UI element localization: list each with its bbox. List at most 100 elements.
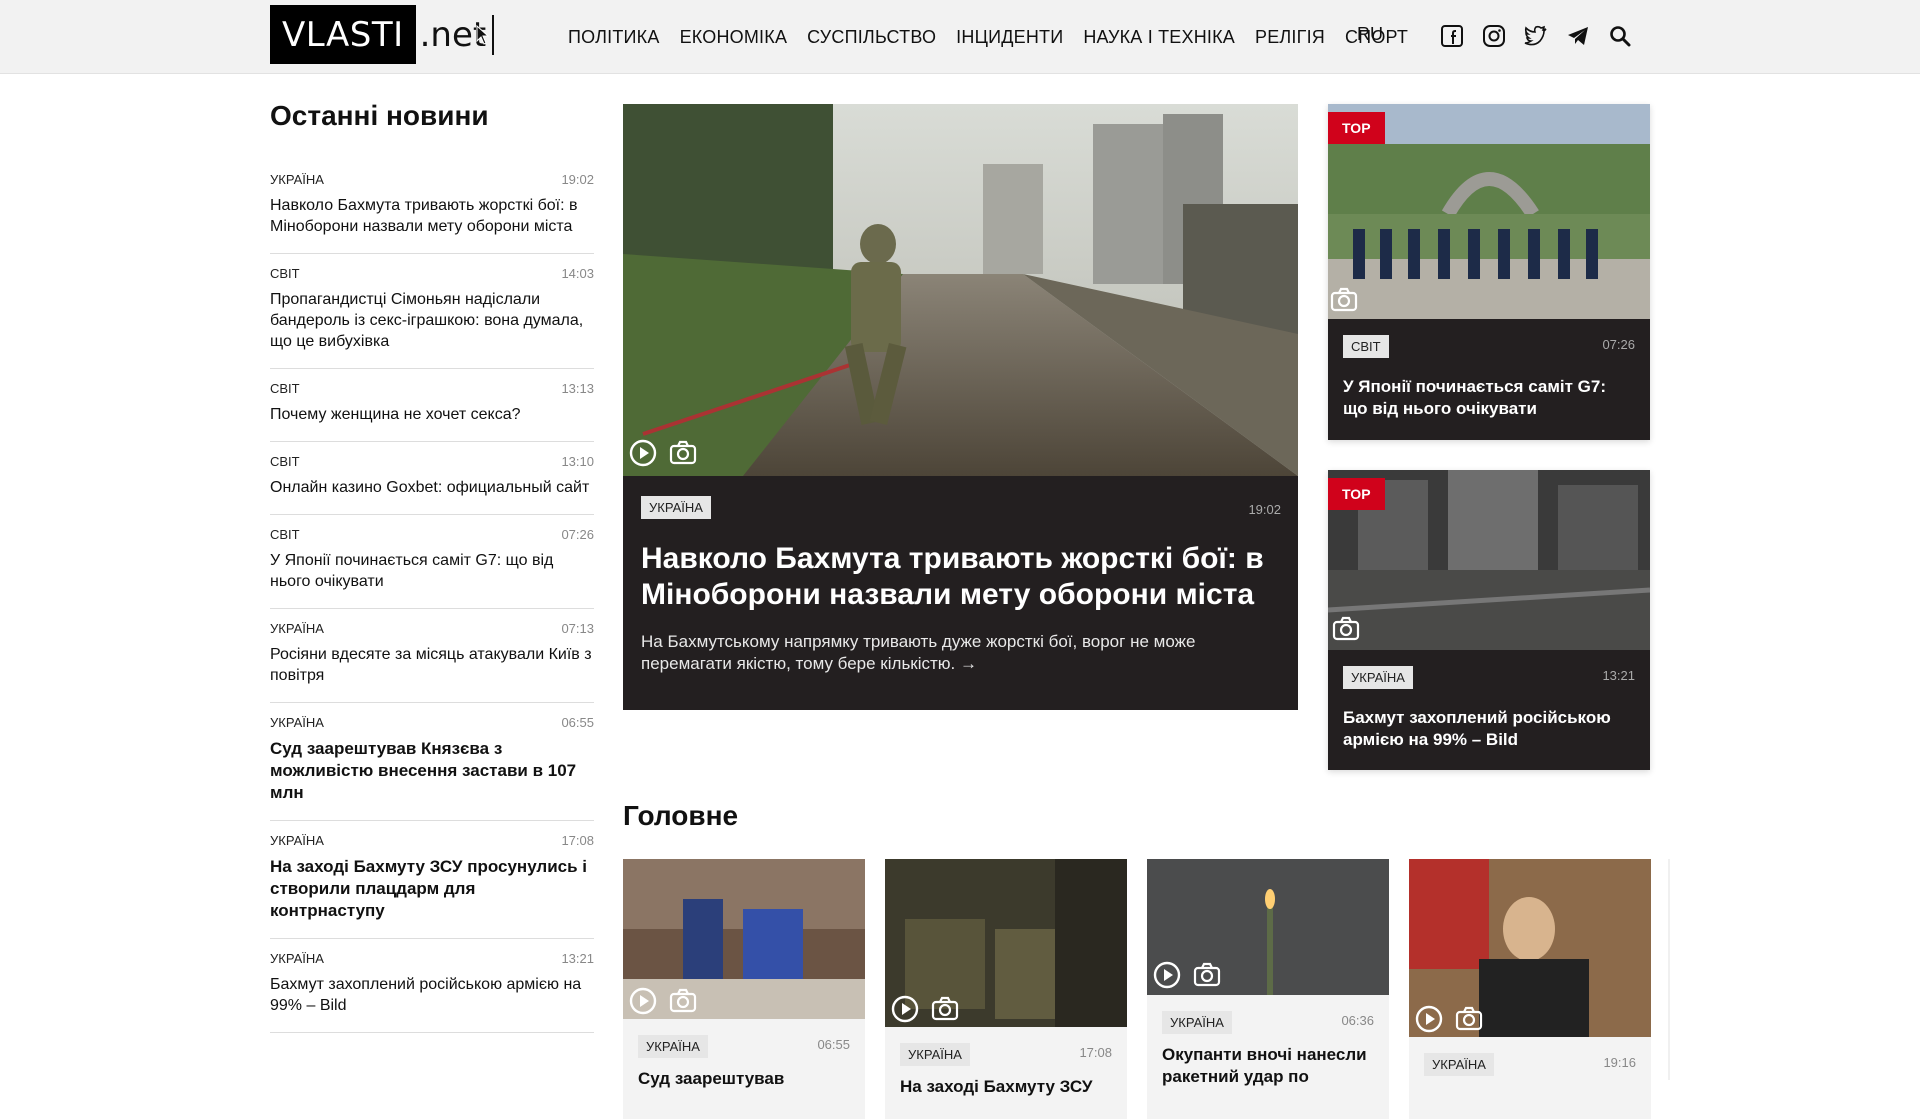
latest-news-item[interactable]: УКРАЇНА 13:21 Бахмут захоплений російською… bbox=[270, 939, 594, 1033]
main-card-time: 17:08 bbox=[1079, 1045, 1112, 1060]
latest-news-item[interactable]: УКРАЇНА 07:13 Росіяни вдесяте за місяць ат… bbox=[270, 609, 594, 703]
main-card-time: 06:36 bbox=[1341, 1013, 1374, 1028]
news-time: 13:13 bbox=[561, 381, 594, 396]
news-meta: УКРАЇНА 13:21 bbox=[270, 951, 594, 966]
nav-incidents[interactable]: ІНЦИДЕНТИ bbox=[956, 27, 1063, 48]
featured-time: 19:02 bbox=[1248, 502, 1281, 517]
top-card-title[interactable]: У Японії починається саміт G7: що від нь… bbox=[1343, 376, 1635, 420]
instagram-icon[interactable] bbox=[1482, 24, 1506, 48]
featured-tag[interactable]: УКРАЇНА bbox=[641, 496, 711, 519]
main-cards-grid: УКРАЇНА 06:55 Суд заарештував УКРАЇНА 17… bbox=[623, 859, 1670, 1119]
latest-news-item[interactable]: УКРАЇНА 17:08 На заході Бахмуту ЗСУ просун… bbox=[270, 821, 594, 939]
news-category[interactable]: УКРАЇНА bbox=[270, 715, 324, 730]
latest-news-item[interactable]: СВІТ 13:13 Почему женщина не хочет секса? bbox=[270, 369, 594, 442]
news-headline[interactable]: На заході Бахмуту ЗСУ просунулись і ство… bbox=[270, 856, 594, 922]
camera-icon bbox=[1193, 962, 1221, 987]
news-headline[interactable]: Онлайн казино Goxbet: официальный сайт bbox=[270, 477, 594, 498]
top-card[interactable]: TOP СВІТ 07:26 У Японії починається самі… bbox=[1328, 104, 1650, 440]
latest-news: Останні новини УКРАЇНА 19:02 Навколо Бахму… bbox=[270, 100, 594, 1033]
featured-article[interactable]: УКРАЇНА 19:02 Навколо Бахмута тривають ж… bbox=[623, 104, 1298, 710]
main-card-image[interactable] bbox=[885, 859, 1127, 1027]
main-card-tag[interactable]: УКРАЇНА bbox=[1162, 1011, 1232, 1034]
news-headline[interactable]: Навколо Бахмута тривають жорсткі бої: в … bbox=[270, 195, 594, 237]
news-category[interactable]: СВІТ bbox=[270, 381, 300, 396]
top-card-tag[interactable]: СВІТ bbox=[1343, 335, 1389, 358]
top-card-image[interactable]: TOP bbox=[1328, 470, 1650, 650]
main-card[interactable]: УКРАЇНА 06:55 Суд заарештував bbox=[623, 859, 865, 1119]
main-card-body: УКРАЇНА 06:36 Окупанти вночі нанесли рак… bbox=[1147, 995, 1389, 1104]
site-header: VLASTI .net ПОЛІТИКА ЕКОНОМІКА СУСПІЛЬСТ… bbox=[0, 0, 1920, 74]
featured-title[interactable]: Навколо Бахмута тривають жорсткі бої: в … bbox=[641, 541, 1281, 613]
logo-main: VLASTI bbox=[270, 5, 416, 64]
main-card-time: 19:16 bbox=[1603, 1055, 1636, 1070]
main-card[interactable]: УКРАЇНА 17:08 На заході Бахмуту ЗСУ bbox=[885, 859, 1127, 1119]
main-nav: ПОЛІТИКА ЕКОНОМІКА СУСПІЛЬСТВО ІНЦИДЕНТИ… bbox=[568, 0, 1428, 74]
main-card-image[interactable] bbox=[1147, 859, 1389, 995]
site-logo[interactable]: VLASTI .net bbox=[270, 5, 495, 64]
latest-news-item[interactable]: УКРАЇНА 06:55 Суд заарештував Князєва з мо… bbox=[270, 703, 594, 821]
main-card-media-icons bbox=[629, 987, 697, 1015]
latest-news-item[interactable]: СВІТ 13:10 Онлайн казино Goxbet: официальн… bbox=[270, 442, 594, 515]
news-meta: СВІТ 14:03 bbox=[270, 266, 594, 281]
news-category[interactable]: СВІТ bbox=[270, 454, 300, 469]
telegram-icon[interactable] bbox=[1566, 24, 1590, 48]
top-card-title[interactable]: Бахмут захоплений російською армією на 9… bbox=[1343, 707, 1635, 751]
top-card-media-icons bbox=[1332, 615, 1360, 643]
news-headline[interactable]: У Японії починається саміт G7: що від нь… bbox=[270, 550, 594, 592]
main-card-tag[interactable]: УКРАЇНА bbox=[900, 1043, 970, 1066]
top-card-body: УКРАЇНА 13:21 Бахмут захоплений російськ… bbox=[1328, 650, 1650, 767]
nav-society[interactable]: СУСПІЛЬСТВО bbox=[807, 27, 936, 48]
nav-economy[interactable]: ЕКОНОМІКА bbox=[680, 27, 788, 48]
top-card-media-icons bbox=[1330, 286, 1358, 314]
news-category[interactable]: СВІТ bbox=[270, 266, 300, 281]
main-card-media-icons bbox=[891, 995, 959, 1023]
main-card-media-icons bbox=[1153, 961, 1221, 989]
latest-news-title: Останні новини bbox=[270, 100, 489, 131]
twitter-icon[interactable] bbox=[1524, 24, 1548, 48]
main-card[interactable]: УКРАЇНА 06:36 Окупанти вночі нанесли рак… bbox=[1147, 859, 1389, 1119]
news-category[interactable]: УКРАЇНА bbox=[270, 951, 324, 966]
main-card-title[interactable]: Суд заарештував bbox=[638, 1068, 850, 1090]
latest-news-item[interactable]: СВІТ 07:26 У Японії починається саміт G7: … bbox=[270, 515, 594, 609]
news-headline[interactable]: Росіяни вдесяте за місяць атакували Київ… bbox=[270, 644, 594, 686]
nav-politics[interactable]: ПОЛІТИКА bbox=[568, 27, 660, 48]
video-icon bbox=[629, 439, 657, 467]
news-meta: СВІТ 13:10 bbox=[270, 454, 594, 469]
news-category[interactable]: УКРАЇНА bbox=[270, 621, 324, 636]
mouse-cursor-icon bbox=[476, 25, 490, 45]
top-card[interactable]: TOP УКРАЇНА 13:21 Бахмут захоплений росі… bbox=[1328, 470, 1650, 770]
featured-lead[interactable]: На Бахмутському напрямку тривають дуже ж… bbox=[641, 631, 1281, 675]
featured-media-icons bbox=[629, 439, 697, 467]
video-icon bbox=[1153, 961, 1181, 989]
news-headline[interactable]: Бахмут захоплений російською армією на 9… bbox=[270, 974, 594, 1016]
search-icon[interactable] bbox=[1608, 24, 1632, 48]
news-headline[interactable]: Почему женщина не хочет секса? bbox=[270, 404, 594, 425]
latest-news-item[interactable]: СВІТ 14:03 Пропагандистці Сімоньян надісла… bbox=[270, 254, 594, 369]
main-card[interactable]: УКРАЇНА 19:16 bbox=[1409, 859, 1651, 1119]
news-category[interactable]: СВІТ bbox=[270, 527, 300, 542]
video-icon bbox=[629, 987, 657, 1015]
social-links bbox=[1440, 24, 1632, 48]
facebook-icon[interactable] bbox=[1440, 24, 1464, 48]
main-card-title[interactable]: На заході Бахмуту ЗСУ bbox=[900, 1076, 1112, 1098]
latest-news-item[interactable]: УКРАЇНА 19:02 Навколо Бахмута тривають жор… bbox=[270, 160, 594, 254]
main-card-image[interactable] bbox=[1409, 859, 1651, 1037]
news-headline[interactable]: Пропагандистці Сімоньян надіслали бандер… bbox=[270, 289, 594, 352]
nav-religion[interactable]: РЕЛІГІЯ bbox=[1255, 27, 1325, 48]
news-time: 07:13 bbox=[561, 621, 594, 636]
featured-image[interactable] bbox=[623, 104, 1298, 476]
top-card-tag[interactable]: УКРАЇНА bbox=[1343, 666, 1413, 689]
main-card-image[interactable] bbox=[623, 859, 865, 1019]
top-card-body: СВІТ 07:26 У Японії починається саміт G7… bbox=[1328, 319, 1650, 436]
news-category[interactable]: УКРАЇНА bbox=[270, 172, 324, 187]
nav-science[interactable]: НАУКА І ТЕХНІКА bbox=[1083, 27, 1235, 48]
camera-icon bbox=[669, 988, 697, 1013]
news-category[interactable]: УКРАЇНА bbox=[270, 833, 324, 848]
main-card-title[interactable]: Окупанти вночі нанесли ракетний удар по bbox=[1162, 1044, 1374, 1088]
main-card-tag[interactable]: УКРАЇНА bbox=[1424, 1053, 1494, 1076]
main-card-body: УКРАЇНА 19:16 bbox=[1409, 1037, 1651, 1102]
news-headline[interactable]: Суд заарештував Князєва з можливістю вне… bbox=[270, 738, 594, 804]
main-card-tag[interactable]: УКРАЇНА bbox=[638, 1035, 708, 1058]
top-card-image[interactable]: TOP bbox=[1328, 104, 1650, 319]
language-switch[interactable]: RU bbox=[1357, 24, 1383, 45]
